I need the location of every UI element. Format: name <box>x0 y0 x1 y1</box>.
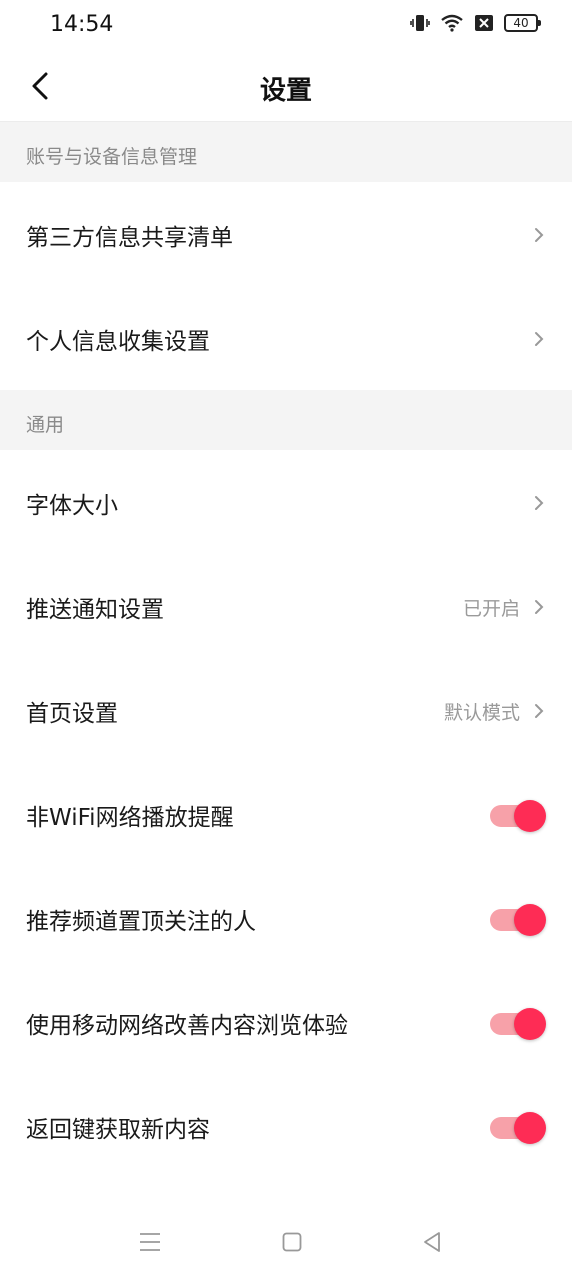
row-label: 推送通知设置 <box>26 597 164 623</box>
menu-icon <box>140 1233 160 1251</box>
section-title: 账号与设备信息管理 <box>26 146 198 168</box>
home-square-icon <box>282 1232 302 1252</box>
toggle-knob <box>514 1008 546 1040</box>
toggle-mobile-network-improve[interactable] <box>490 1008 546 1040</box>
chevron-right-icon <box>535 228 544 242</box>
section-title: 通用 <box>26 414 65 436</box>
row-value: 默认模式 <box>443 702 520 724</box>
section-header-account: 账号与设备信息管理 <box>0 122 572 182</box>
toggle-knob <box>514 904 546 936</box>
settings-page: 14:54 40 设置 账号与设备信息管理 第三方信息共享清单 个人信息收集设置… <box>0 0 572 1280</box>
row-label: 首页设置 <box>26 701 118 727</box>
chevron-right-icon <box>535 496 544 510</box>
status-bar: 14:54 40 <box>0 0 572 50</box>
row-personal-info-collection[interactable]: 个人信息收集设置 <box>0 286 572 390</box>
toggle-knob <box>514 1112 546 1144</box>
battery-icon: 40 <box>504 14 541 32</box>
header: 设置 <box>0 50 572 122</box>
row-font-size[interactable]: 字体大小 <box>0 450 572 554</box>
sim-off-icon <box>474 14 494 32</box>
row-label: 第三方信息共享清单 <box>26 225 233 251</box>
row-label: 个人信息收集设置 <box>26 329 210 355</box>
system-nav-bar <box>0 1200 572 1280</box>
row-label: 非WiFi网络播放提醒 <box>26 805 234 831</box>
nav-back-button[interactable] <box>412 1222 452 1262</box>
row-third-party-sharing[interactable]: 第三方信息共享清单 <box>0 182 572 286</box>
row-mobile-network-improve: 使用移动网络改善内容浏览体验 <box>0 970 572 1074</box>
row-value: 已开启 <box>462 598 520 620</box>
row-back-key-refresh: 返回键获取新内容 <box>0 1074 572 1178</box>
row-label: 字体大小 <box>26 493 118 519</box>
chevron-right-icon <box>535 332 544 346</box>
row-home-settings[interactable]: 首页设置 默认模式 <box>0 658 572 762</box>
home-button[interactable] <box>272 1222 312 1262</box>
status-time: 14:54 <box>50 12 114 37</box>
row-non-wifi-reminder: 非WiFi网络播放提醒 <box>0 762 572 866</box>
row-label: 返回键获取新内容 <box>26 1117 210 1143</box>
row-push-notification[interactable]: 推送通知设置 已开启 <box>0 554 572 658</box>
section-header-general: 通用 <box>0 390 572 450</box>
wifi-icon <box>440 14 464 32</box>
toggle-back-key-refresh[interactable] <box>490 1112 546 1144</box>
toggle-pin-followed[interactable] <box>490 904 546 936</box>
chevron-right-icon <box>535 600 544 614</box>
row-label: 推荐频道置顶关注的人 <box>26 909 256 935</box>
row-pin-followed: 推荐频道置顶关注的人 <box>0 866 572 970</box>
toggle-knob <box>514 800 546 832</box>
toggle-non-wifi-reminder[interactable] <box>490 800 546 832</box>
vibrate-icon <box>410 14 430 32</box>
page-title: 设置 <box>259 76 312 106</box>
menu-button[interactable] <box>130 1222 170 1262</box>
chevron-right-icon <box>535 704 544 718</box>
row-label: 使用移动网络改善内容浏览体验 <box>26 1013 348 1039</box>
status-icons: 40 <box>410 14 541 32</box>
back-triangle-icon <box>424 1232 440 1252</box>
